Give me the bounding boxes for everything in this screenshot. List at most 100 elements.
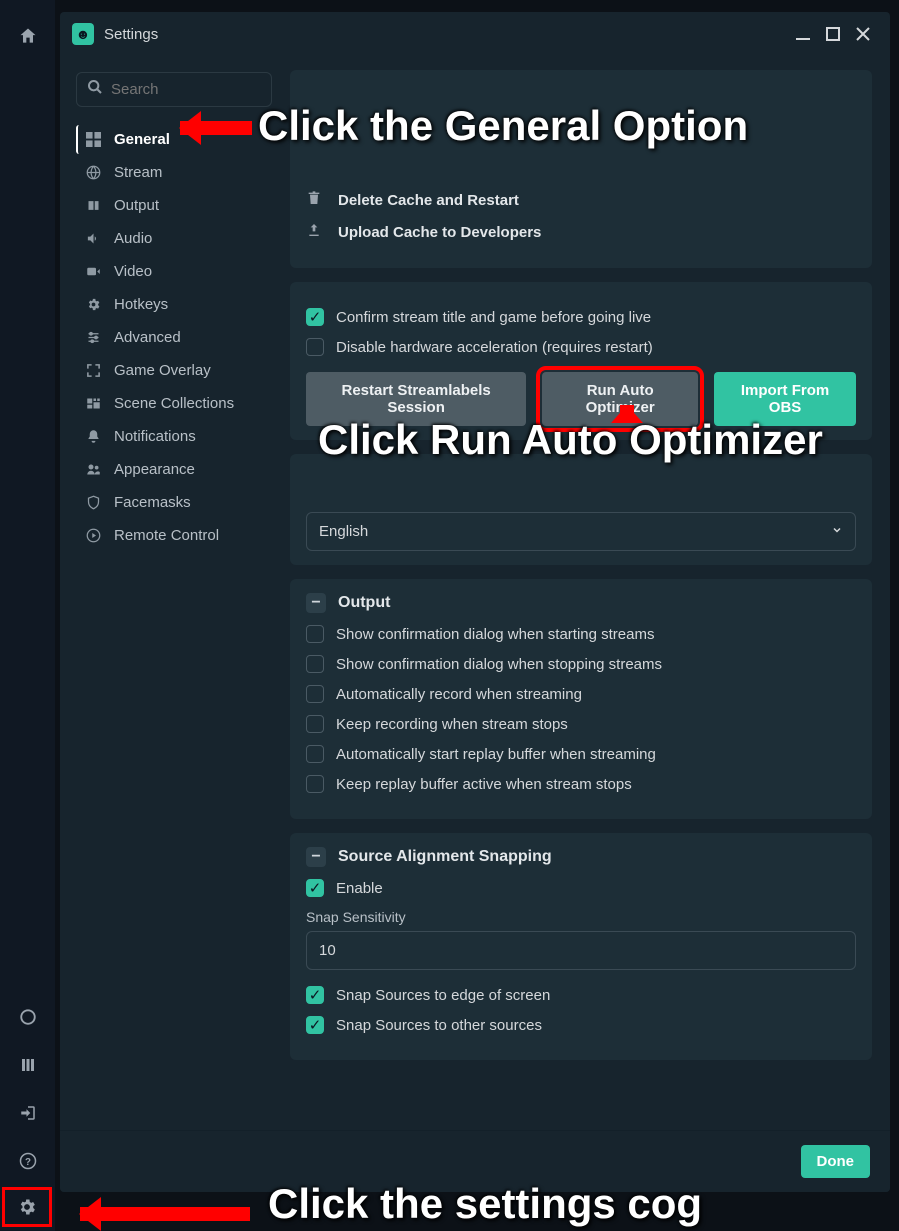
output-check-4[interactable]: Automatically start replay buffer when s… <box>306 745 856 763</box>
checkbox-icon <box>306 685 324 703</box>
snap-other-check[interactable]: ✓ Snap Sources to other sources <box>306 1016 856 1034</box>
output-check-1[interactable]: Show confirmation dialog when stopping s… <box>306 655 856 673</box>
sidebar-item-video[interactable]: Video <box>76 257 272 286</box>
shield-icon <box>82 495 104 510</box>
sidebar-item-facemasks[interactable]: Facemasks <box>76 488 272 517</box>
columns-icon[interactable] <box>16 1053 40 1077</box>
panel-title: Source Alignment Snapping <box>338 848 552 866</box>
sidebar-item-audio[interactable]: Audio <box>76 224 272 253</box>
sidebar-item-label: Advanced <box>114 329 181 346</box>
grid-icon <box>82 132 104 147</box>
video-icon <box>82 264 104 279</box>
check-label: Confirm stream title and game before goi… <box>336 309 651 326</box>
check-label: Automatically start replay buffer when s… <box>336 746 656 763</box>
done-button[interactable]: Done <box>801 1145 871 1178</box>
sidebar-item-output[interactable]: Output <box>76 191 272 220</box>
collapse-icon: − <box>306 593 326 613</box>
logout-icon[interactable] <box>16 1101 40 1125</box>
restart-streamlabels-button[interactable]: Restart Streamlabels Session <box>306 372 526 426</box>
action-label: Delete Cache and Restart <box>338 192 519 209</box>
settings-cog-highlight <box>2 1187 52 1227</box>
check-label: Show confirmation dialog when stopping s… <box>336 656 662 673</box>
disable-hw-accel-check[interactable]: Disable hardware acceleration (requires … <box>306 338 856 356</box>
sidebar-item-advanced[interactable]: Advanced <box>76 323 272 352</box>
checkbox-icon: ✓ <box>306 308 324 326</box>
collapse-icon: − <box>306 847 326 867</box>
sidebar-item-hotkeys[interactable]: Hotkeys <box>76 290 272 319</box>
cache-panel: Delete Cache and Restart Upload Cache to… <box>290 70 872 268</box>
search-input-wrap[interactable] <box>76 72 272 107</box>
window-maximize-button[interactable] <box>818 19 848 49</box>
checkbox-icon <box>306 715 324 733</box>
app-logo-icon: ☻ <box>72 23 94 45</box>
arrow-icon <box>80 1207 250 1221</box>
expand-icon <box>82 363 104 378</box>
window-minimize-button[interactable] <box>788 19 818 49</box>
sidebar-item-remote-control[interactable]: Remote Control <box>76 521 272 550</box>
sidebar-item-notifications[interactable]: Notifications <box>76 422 272 451</box>
check-label: Automatically record when streaming <box>336 686 582 703</box>
gear-icon <box>82 297 104 312</box>
checkbox-icon: ✓ <box>306 1016 324 1034</box>
scenes-icon <box>82 396 104 411</box>
sidebar-item-label: Facemasks <box>114 494 191 511</box>
check-label: Disable hardware acceleration (requires … <box>336 339 653 356</box>
help-icon[interactable]: ? <box>16 1149 40 1173</box>
sidebar-item-label: Notifications <box>114 428 196 445</box>
sidebar-item-label: Scene Collections <box>114 395 234 412</box>
confirm-title-check[interactable]: ✓ Confirm stream title and game before g… <box>306 308 856 326</box>
panel-header[interactable]: − Source Alignment Snapping <box>306 847 856 867</box>
checkbox-icon: ✓ <box>306 986 324 1004</box>
panel-title: Output <box>338 594 390 612</box>
window-close-button[interactable] <box>848 19 878 49</box>
snapping-panel: − Source Alignment Snapping ✓ Enable Sna… <box>290 833 872 1060</box>
sidebar-item-label: Game Overlay <box>114 362 211 379</box>
sliders-icon <box>82 330 104 345</box>
settings-cog-icon[interactable] <box>15 1195 39 1219</box>
settings-main-content: Delete Cache and Restart Upload Cache to… <box>280 56 890 1192</box>
snap-sensitivity-label: Snap Sensitivity <box>306 909 856 925</box>
checkbox-icon <box>306 625 324 643</box>
svg-text:?: ? <box>25 1157 31 1168</box>
home-icon[interactable] <box>16 24 40 48</box>
output-panel: − Output Show confirmation dialog when s… <box>290 579 872 819</box>
snap-sensitivity-input[interactable] <box>306 931 856 970</box>
sidebar-item-stream[interactable]: Stream <box>76 158 272 187</box>
upload-cache-action[interactable]: Upload Cache to Developers <box>306 222 856 242</box>
action-label: Upload Cache to Developers <box>338 224 541 241</box>
window-titlebar: ☻ Settings <box>60 12 890 56</box>
output-check-3[interactable]: Keep recording when stream stops <box>306 715 856 733</box>
snapping-enable-check[interactable]: ✓ Enable <box>306 879 856 897</box>
arrow-icon <box>180 121 252 135</box>
sidebar-item-game-overlay[interactable]: Game Overlay <box>76 356 272 385</box>
speaker-icon <box>82 231 104 246</box>
search-input[interactable] <box>111 81 261 98</box>
language-select[interactable]: English <box>306 512 856 551</box>
sidebar-item-label: Video <box>114 263 152 280</box>
snap-edge-check[interactable]: ✓ Snap Sources to edge of screen <box>306 986 856 1004</box>
check-label: Enable <box>336 880 383 897</box>
check-label: Snap Sources to edge of screen <box>336 987 550 1004</box>
sidebar-item-scene-collections[interactable]: Scene Collections <box>76 389 272 418</box>
check-label: Show confirmation dialog when starting s… <box>336 626 655 643</box>
play-circle-icon <box>82 528 104 543</box>
output-check-2[interactable]: Automatically record when streaming <box>306 685 856 703</box>
settings-footer: Done <box>60 1130 890 1192</box>
delete-cache-action[interactable]: Delete Cache and Restart <box>306 190 856 210</box>
record-status-icon[interactable] <box>16 1005 40 1029</box>
bell-icon <box>82 429 104 444</box>
sidebar-item-label: Appearance <box>114 461 195 478</box>
app-left-rail: ? <box>0 0 55 1231</box>
checkbox-icon <box>306 338 324 356</box>
import-from-obs-button[interactable]: Import From OBS <box>714 372 856 426</box>
sidebar-item-label: Audio <box>114 230 152 247</box>
sidebar-item-label: Stream <box>114 164 162 181</box>
sidebar-item-appearance[interactable]: Appearance <box>76 455 272 484</box>
window-title: Settings <box>104 26 158 43</box>
check-label: Snap Sources to other sources <box>336 1017 542 1034</box>
upload-icon <box>306 222 328 242</box>
output-check-0[interactable]: Show confirmation dialog when starting s… <box>306 625 856 643</box>
output-check-5[interactable]: Keep replay buffer active when stream st… <box>306 775 856 793</box>
check-label: Keep replay buffer active when stream st… <box>336 776 632 793</box>
panel-header[interactable]: − Output <box>306 593 856 613</box>
